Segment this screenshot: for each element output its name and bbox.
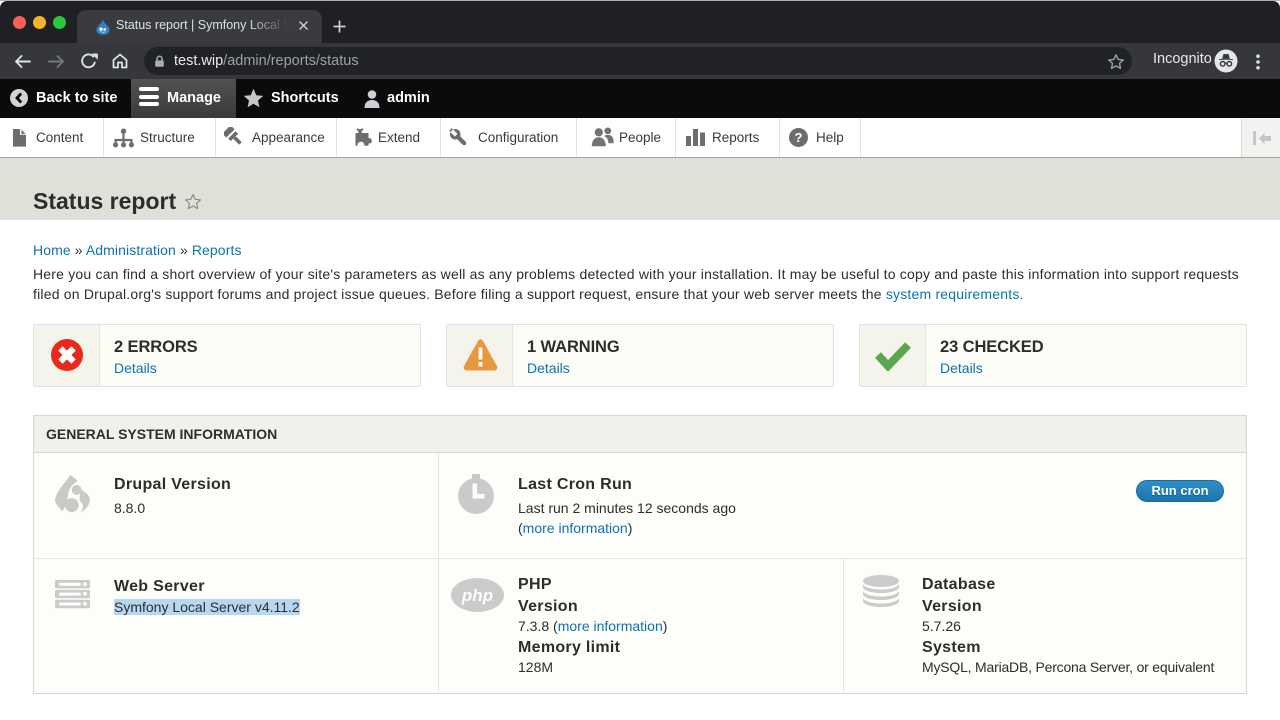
svg-text:?: ? — [795, 130, 803, 145]
svg-text:php: php — [461, 586, 493, 605]
